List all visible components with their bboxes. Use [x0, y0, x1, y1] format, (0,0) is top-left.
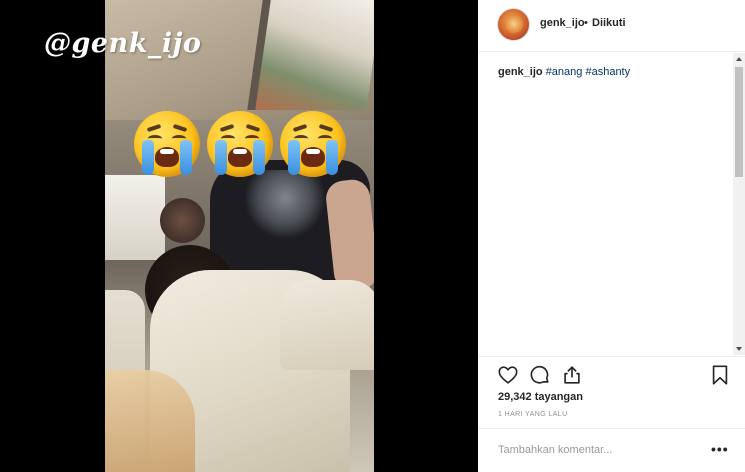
crying-face-emoji: [134, 111, 200, 177]
bookmark-icon: [712, 365, 728, 385]
avatar[interactable]: [497, 8, 530, 41]
car-window-rear: [105, 175, 165, 260]
post-media[interactable]: @genk_ijo: [0, 0, 478, 472]
header-username[interactable]: genk_ijo: [540, 17, 585, 29]
crying-face-emoji: [280, 111, 346, 177]
post-header: genk_ijo • Diikuti: [478, 0, 745, 52]
comment-input[interactable]: [498, 441, 698, 459]
car-seat-right: [280, 280, 374, 370]
comments-section[interactable]: genk_ijo #anang #ashanty: [478, 53, 733, 355]
comment-button[interactable]: [529, 364, 551, 386]
comments-scrollbar[interactable]: [733, 53, 745, 355]
share-button[interactable]: [561, 364, 583, 386]
comment-icon: [530, 365, 549, 384]
view-count[interactable]: 29,342 tayangan: [498, 391, 583, 403]
header-separator: •: [584, 17, 588, 29]
like-button[interactable]: [497, 364, 519, 386]
heart-icon: [498, 366, 518, 384]
save-button[interactable]: [709, 364, 731, 386]
person-back: [160, 198, 205, 243]
crying-face-emoji: [207, 111, 273, 177]
more-options-icon[interactable]: •••: [711, 441, 729, 457]
post-sidebar: genk_ijo • Diikuti genk_ijo #anang #asha…: [478, 0, 745, 472]
shirt-print: [245, 170, 325, 240]
instagram-post: @genk_ijo genk_ijo • Diikuti genk_ijo #a…: [0, 0, 745, 472]
post-caption: genk_ijo #anang #ashanty: [498, 66, 630, 78]
video-watermark: @genk_ijo: [44, 28, 202, 59]
car-window: [247, 0, 374, 110]
comment-form: •••: [478, 428, 745, 472]
caption-author[interactable]: genk_ijo: [498, 66, 543, 78]
scroll-down-arrow-icon[interactable]: [736, 347, 742, 351]
follow-status-button[interactable]: Diikuti: [592, 17, 626, 29]
share-icon: [564, 366, 580, 384]
post-timestamp[interactable]: 1 HARI YANG LALU: [498, 411, 568, 418]
scroll-thumb[interactable]: [735, 67, 743, 177]
hashtag-link[interactable]: #anang: [546, 66, 583, 78]
video-frame[interactable]: [105, 0, 374, 472]
hashtag-link[interactable]: #ashanty: [585, 66, 630, 78]
scroll-up-arrow-icon[interactable]: [736, 57, 742, 61]
action-bar: [478, 356, 745, 396]
foreground-hair: [105, 370, 195, 472]
